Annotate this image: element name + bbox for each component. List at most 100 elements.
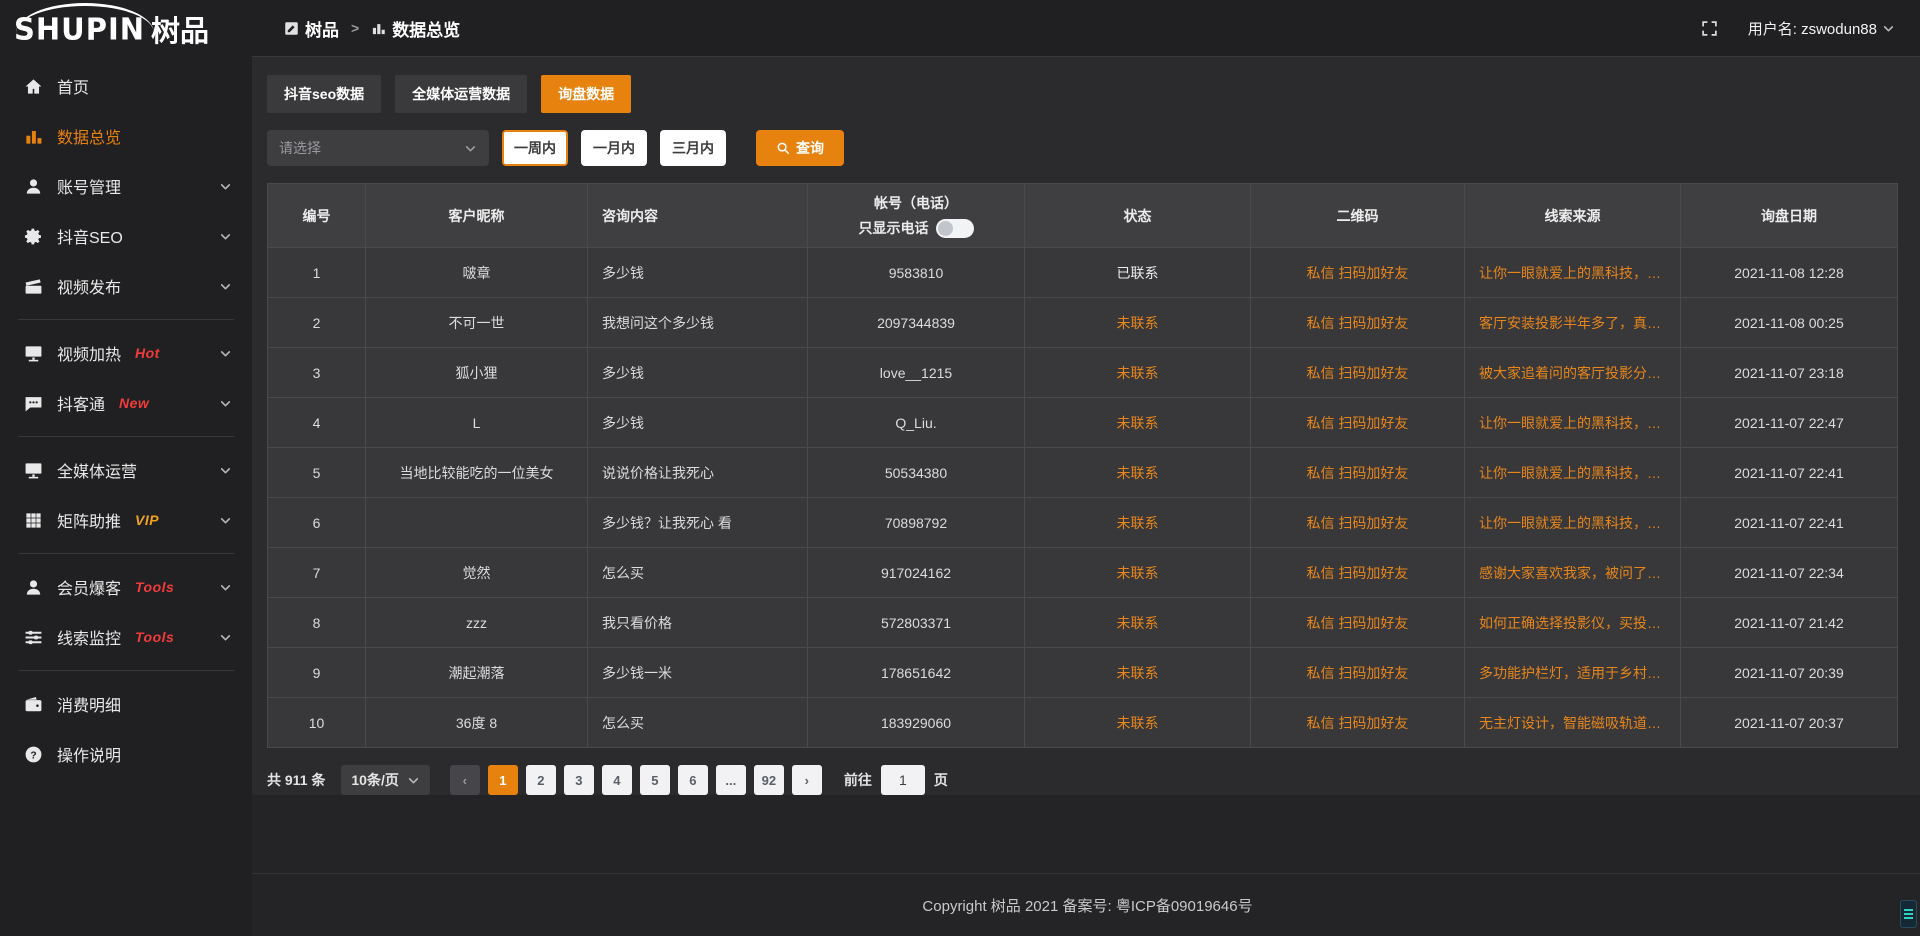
inquiry-content: 我想问这个多少钱	[588, 298, 808, 348]
qrcode-link[interactable]: 私信 扫码加好友	[1251, 548, 1465, 598]
sidebar-item-home[interactable]: 首页	[0, 61, 252, 111]
query-button[interactable]: 查询	[756, 130, 844, 166]
row-index: 1	[268, 248, 366, 298]
page-button-2[interactable]: 2	[526, 765, 556, 795]
account-phone: love__1215	[808, 348, 1025, 398]
sidebar-item-data-overview[interactable]: 数据总览	[0, 111, 252, 161]
status-text: 未联系	[1025, 648, 1251, 698]
status-text: 未联系	[1025, 448, 1251, 498]
search-icon	[776, 141, 790, 155]
col-account: 帐号（电话） 只显示电话	[808, 184, 1025, 248]
page-button-4[interactable]: 4	[602, 765, 632, 795]
fullscreen-icon[interactable]	[1701, 20, 1718, 37]
sidebar-item-video-publish[interactable]: 视频发布	[0, 261, 252, 311]
monitor-icon	[24, 344, 43, 363]
prev-page-button[interactable]: ‹	[450, 765, 480, 795]
copyright-text: Copyright 树品 2021 备案号: 粤ICP备09019646号	[922, 895, 1252, 916]
breadcrumb: 树品 > 数据总览	[284, 16, 460, 41]
sidebar-item-douyin-seo[interactable]: 抖音SEO	[0, 211, 252, 261]
sidebar-item-consumption-detail[interactable]: 消费明细	[0, 679, 252, 729]
page-size-select[interactable]: 10条/页	[341, 765, 429, 795]
page-button-6[interactable]: 6	[678, 765, 708, 795]
filter-select[interactable]: 请选择	[267, 130, 489, 166]
table-header-row: 编号 客户昵称 咨询内容 帐号（电话） 只显示电话 状态 二维码 线索来源	[268, 184, 1898, 248]
inquiry-date: 2021-11-07 22:41	[1681, 448, 1898, 498]
qrcode-link[interactable]: 私信 扫码加好友	[1251, 448, 1465, 498]
row-index: 6	[268, 498, 366, 548]
main-column: 树品 > 数据总览 用户名: zswodun88 抖音seo数据 全媒体运营数据…	[252, 0, 1920, 936]
qrcode-link[interactable]: 私信 扫码加好友	[1251, 648, 1465, 698]
sidebar-item-member-burst[interactable]: 会员爆客 Tools	[0, 562, 252, 612]
sidebar-item-instructions[interactable]: 操作说明	[0, 729, 252, 779]
qrcode-link[interactable]: 私信 扫码加好友	[1251, 298, 1465, 348]
lead-source-link[interactable]: 客厅安装投影半年多了，真实...	[1465, 298, 1681, 348]
col-content: 咨询内容	[588, 184, 808, 248]
tab-inquiry-data[interactable]: 询盘数据	[541, 75, 631, 113]
qrcode-link[interactable]: 私信 扫码加好友	[1251, 598, 1465, 648]
inquiry-content: 多少钱？让我死心 看	[588, 498, 808, 548]
lead-source-link[interactable]: 感谢大家喜欢我家，被问了好...	[1465, 548, 1681, 598]
range-button-week[interactable]: 一周内	[502, 130, 568, 166]
inquiry-date: 2021-11-08 00:25	[1681, 298, 1898, 348]
customer-nickname: 当地比较能吃的一位美女	[366, 448, 588, 498]
page-button-92[interactable]: 92	[754, 765, 784, 795]
inquiry-content: 说说价格让我死心	[588, 448, 808, 498]
range-button-quarter[interactable]: 三月内	[660, 130, 726, 166]
page-ellipsis[interactable]: ...	[716, 765, 746, 795]
breadcrumb-root[interactable]: 树品	[305, 16, 339, 41]
breadcrumb-current: 数据总览	[392, 16, 460, 41]
table-row: 7觉然怎么买917024162未联系私信 扫码加好友感谢大家喜欢我家，被问了好.…	[268, 548, 1898, 598]
sidebar-item-omni-media[interactable]: 全媒体运营	[0, 445, 252, 495]
phone-only-toggle[interactable]	[936, 219, 974, 238]
status-text: 未联系	[1025, 548, 1251, 598]
page-button-1[interactable]: 1	[488, 765, 518, 795]
filter-bar: 请选择 一周内 一月内 三月内 查询	[267, 130, 1898, 166]
qrcode-link[interactable]: 私信 扫码加好友	[1251, 348, 1465, 398]
table-row: 9潮起潮落多少钱一米178651642未联系私信 扫码加好友多功能护栏灯，适用于…	[268, 648, 1898, 698]
inquiry-date: 2021-11-07 22:47	[1681, 398, 1898, 448]
sidebar-item-douketong[interactable]: 抖客通 New	[0, 378, 252, 428]
customer-nickname: 潮起潮落	[366, 648, 588, 698]
page-button-3[interactable]: 3	[564, 765, 594, 795]
lead-source-link[interactable]: 如何正确选择投影仪，买投影...	[1465, 598, 1681, 648]
sidebar-item-video-heating[interactable]: 视频加热 Hot	[0, 328, 252, 378]
topbar: 树品 > 数据总览 用户名: zswodun88	[252, 0, 1920, 57]
video-publish-icon	[24, 277, 43, 296]
sidebar-item-lead-monitor[interactable]: 线索监控 Tools	[0, 612, 252, 662]
goto-label: 前往	[844, 770, 872, 790]
lead-source-link[interactable]: 无主灯设计，智能磁吸轨道灯...	[1465, 698, 1681, 748]
logo: SHUPIN 树品	[0, 0, 252, 57]
floating-widget[interactable]	[1900, 900, 1917, 928]
row-index: 4	[268, 398, 366, 448]
table-row: 1啵章多少钱9583810已联系私信 扫码加好友让你一眼就爱上的黑科技，能...…	[268, 248, 1898, 298]
range-button-month[interactable]: 一月内	[581, 130, 647, 166]
lead-source-link[interactable]: 让你一眼就爱上的黑科技，能...	[1465, 398, 1681, 448]
tab-douyin-seo-data[interactable]: 抖音seo数据	[267, 75, 381, 113]
sidebar-item-matrix-boost[interactable]: 矩阵助推 VIP	[0, 495, 252, 545]
qrcode-link[interactable]: 私信 扫码加好友	[1251, 698, 1465, 748]
chevron-down-icon	[407, 774, 420, 787]
question-icon	[24, 745, 43, 764]
user-menu[interactable]: 用户名: zswodun88	[1748, 18, 1895, 39]
chevron-down-icon	[464, 142, 477, 155]
inquiry-content: 我只看价格	[588, 598, 808, 648]
tools-badge: Tools	[135, 579, 174, 595]
phone-only-label: 只显示电话	[859, 218, 929, 238]
lead-source-link[interactable]: 让你一眼就爱上的黑科技，能...	[1465, 248, 1681, 298]
lead-source-link[interactable]: 多功能护栏灯，适用于乡村文...	[1465, 648, 1681, 698]
username-label: 用户名: zswodun88	[1748, 18, 1877, 39]
next-page-button[interactable]: ›	[792, 765, 822, 795]
customer-nickname: zzz	[366, 598, 588, 648]
goto-page-input[interactable]	[881, 765, 925, 795]
home-icon	[24, 77, 43, 96]
inquiry-date: 2021-11-07 21:42	[1681, 598, 1898, 648]
lead-source-link[interactable]: 被大家追着问的客厅投影分享...	[1465, 348, 1681, 398]
qrcode-link[interactable]: 私信 扫码加好友	[1251, 248, 1465, 298]
qrcode-link[interactable]: 私信 扫码加好友	[1251, 398, 1465, 448]
lead-source-link[interactable]: 让你一眼就爱上的黑科技，能...	[1465, 498, 1681, 548]
page-button-5[interactable]: 5	[640, 765, 670, 795]
qrcode-link[interactable]: 私信 扫码加好友	[1251, 498, 1465, 548]
tab-omni-media-data[interactable]: 全媒体运营数据	[395, 75, 527, 113]
lead-source-link[interactable]: 让你一眼就爱上的黑科技，能...	[1465, 448, 1681, 498]
sidebar-item-account-management[interactable]: 账号管理	[0, 161, 252, 211]
